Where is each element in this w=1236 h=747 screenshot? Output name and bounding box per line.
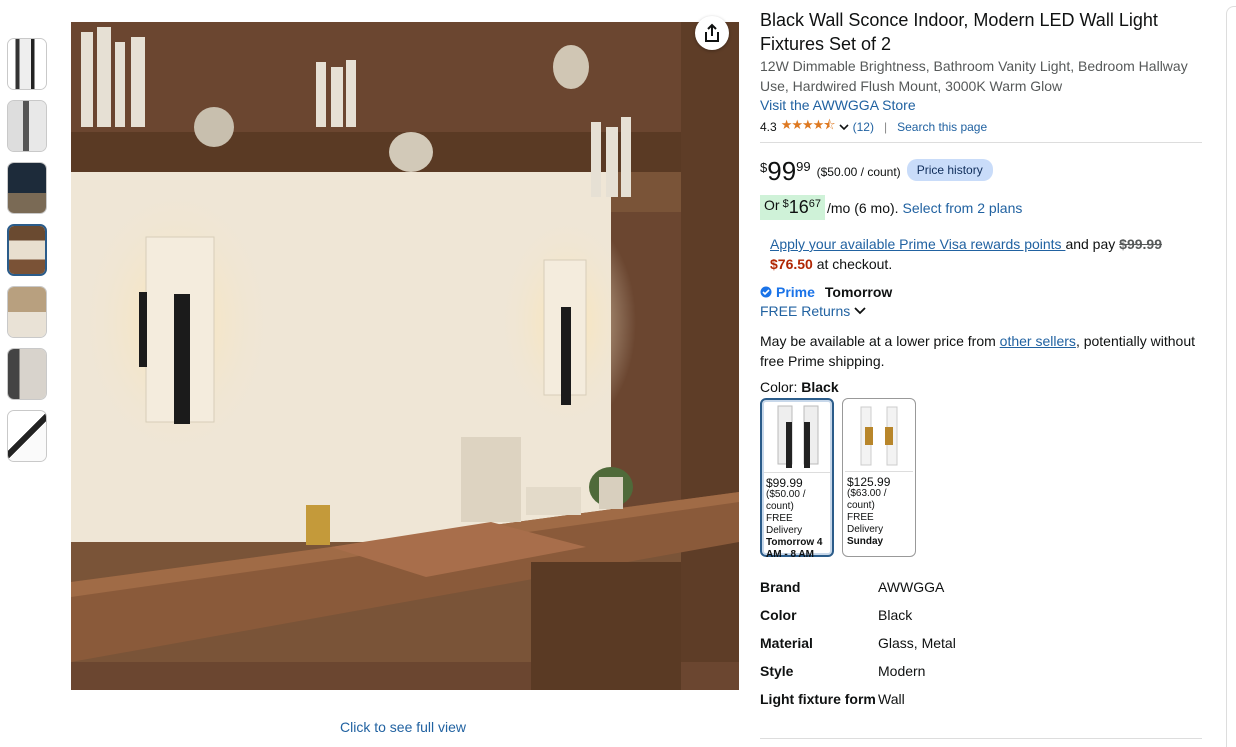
bottom-divider — [760, 738, 1202, 739]
search-page-link[interactable]: Search this page — [897, 120, 987, 134]
unit-price: ($50.00 / count) — [816, 165, 901, 179]
thumbnail-6[interactable] — [7, 348, 47, 400]
spec-row: Style Modern — [760, 661, 1202, 681]
color-value: Black — [801, 379, 839, 395]
swatch-gold-image — [845, 399, 913, 472]
select-plans-link[interactable]: Select from 2 plans — [903, 200, 1023, 216]
prime-delivery: Prime Tomorrow — [760, 284, 1202, 300]
rating-value: 4.3 — [760, 120, 777, 134]
spec-key: Color — [760, 607, 797, 623]
price-fraction: 99 — [796, 159, 811, 174]
swatch-delivery-time: Tomorrow 4 AM - 8 AM — [766, 537, 823, 560]
product-specs: Brand AWWGGA Color Black Material Glass, Me… — [760, 577, 1202, 709]
monthly-payment: Or $ 16 67 /mo (6 mo). Select from 2 pla… — [760, 195, 1202, 220]
share-icon — [705, 23, 719, 42]
other-sellers-link[interactable]: other sellers — [1000, 333, 1076, 349]
swatch-black[interactable]: $99.99 ($50.00 / count) FREE Delivery To… — [760, 398, 834, 560]
spec-value: Glass, Metal — [878, 635, 956, 651]
free-returns-link[interactable]: FREE Returns — [760, 303, 1202, 319]
spec-value: Modern — [878, 663, 926, 679]
spec-value: Wall — [878, 691, 905, 707]
spec-row: Light fixture form Wall — [760, 689, 1202, 709]
buy-box-edge — [1226, 6, 1236, 747]
thumbnail-5[interactable] — [7, 286, 47, 338]
monthly-whole: 16 — [788, 197, 809, 217]
prime-visa-link[interactable]: Apply your available Prime Visa rewards … — [770, 236, 1065, 252]
and-pay-label: and pay — [1065, 236, 1116, 252]
delivery-day: Tomorrow — [824, 284, 893, 300]
divider: | — [883, 120, 888, 134]
rating-row: 4.3 ★★★★⯪ (12) | Search this page — [760, 116, 1202, 143]
swatch-price: $99.99 — [766, 476, 803, 490]
spec-value: AWWGGA — [878, 579, 945, 595]
color-label: Color: Black — [760, 379, 1202, 395]
thumbnail-4-selected[interactable] — [7, 224, 47, 276]
full-view-link[interactable]: Click to see full view — [340, 719, 466, 735]
price-whole: 99 — [767, 156, 797, 186]
swatch-black-art — [777, 405, 819, 468]
swatch-price: $125.99 — [847, 475, 891, 489]
thumbnail-1[interactable] — [7, 38, 47, 90]
checkout-label: at checkout. — [816, 256, 893, 272]
promo-price: $76.50 — [770, 256, 813, 272]
chevron-down-icon — [854, 307, 866, 315]
main-product-image[interactable] — [71, 22, 739, 690]
store-link[interactable]: Visit the AWWGGA Store — [760, 97, 1202, 113]
thumbnail-7[interactable] — [7, 410, 47, 462]
spec-row: Color Black — [760, 605, 1202, 625]
prime-check-icon — [760, 286, 772, 298]
swatch-gold[interactable]: $125.99 ($63.00 / count) FREE Delivery S… — [842, 398, 916, 557]
spec-row: Material Glass, Metal — [760, 633, 1202, 653]
swatch-gold-art — [860, 406, 898, 466]
monthly-prefix: Or — [764, 197, 780, 213]
rating-count-link[interactable]: (12) — [853, 120, 874, 134]
spec-value: Black — [878, 607, 913, 623]
old-price: $99.99 — [1119, 236, 1162, 252]
availability-note: May be available at a lower price from o… — [760, 331, 1202, 371]
spec-row: Brand AWWGGA — [760, 577, 1202, 597]
swatch-delivery: FREE Delivery — [766, 513, 803, 536]
swatch-delivery: FREE Delivery — [847, 512, 884, 535]
product-title: Black Wall Sconce Indoor, Modern LED Wal… — [760, 10, 1158, 54]
availability-text-1: May be available at a lower price from — [760, 333, 1000, 349]
free-returns-label: FREE Returns — [760, 303, 851, 319]
swatch-black-image — [764, 400, 830, 473]
product-subtitle: 12W Dimmable Brightness, Bathroom Vanity… — [760, 58, 1188, 94]
spec-key: Brand — [760, 579, 801, 595]
monthly-suffix: /mo (6 mo). — [826, 199, 899, 216]
color-label-key: Color: — [760, 379, 798, 395]
price-row: $ 99 99 ($50.00 / count) Price history — [760, 157, 1202, 185]
spec-key: Light fixture form — [760, 691, 876, 707]
swatch-unit-price: ($50.00 / count) — [766, 489, 806, 512]
spec-key: Material — [760, 635, 813, 651]
thumbnail-list — [7, 38, 47, 472]
product-scene — [71, 22, 739, 690]
prime-visa-promo: Apply your available Prime Visa rewards … — [760, 234, 1202, 274]
thumbnail-3[interactable] — [7, 162, 47, 214]
swatch-delivery-time: Sunday — [847, 536, 884, 547]
product-details: Black Wall Sconce Indoor, Modern LED Wal… — [760, 6, 1202, 717]
thumbnail-2[interactable] — [7, 100, 47, 152]
prime-logo: Prime — [776, 284, 815, 300]
star-rating-icon[interactable]: ★★★★⯪ — [781, 116, 836, 138]
share-button[interactable] — [695, 16, 729, 50]
price-symbol: $ — [760, 160, 768, 175]
chevron-down-icon[interactable] — [839, 123, 849, 131]
monthly-badge: Or $ 16 67 — [760, 195, 825, 220]
price-history-button[interactable]: Price history — [906, 159, 993, 181]
spec-key: Style — [760, 663, 794, 679]
color-swatches: $99.99 ($50.00 / count) FREE Delivery To… — [760, 398, 1202, 560]
swatch-unit-price: ($63.00 / count) — [847, 488, 887, 511]
monthly-fraction: 67 — [808, 198, 821, 210]
